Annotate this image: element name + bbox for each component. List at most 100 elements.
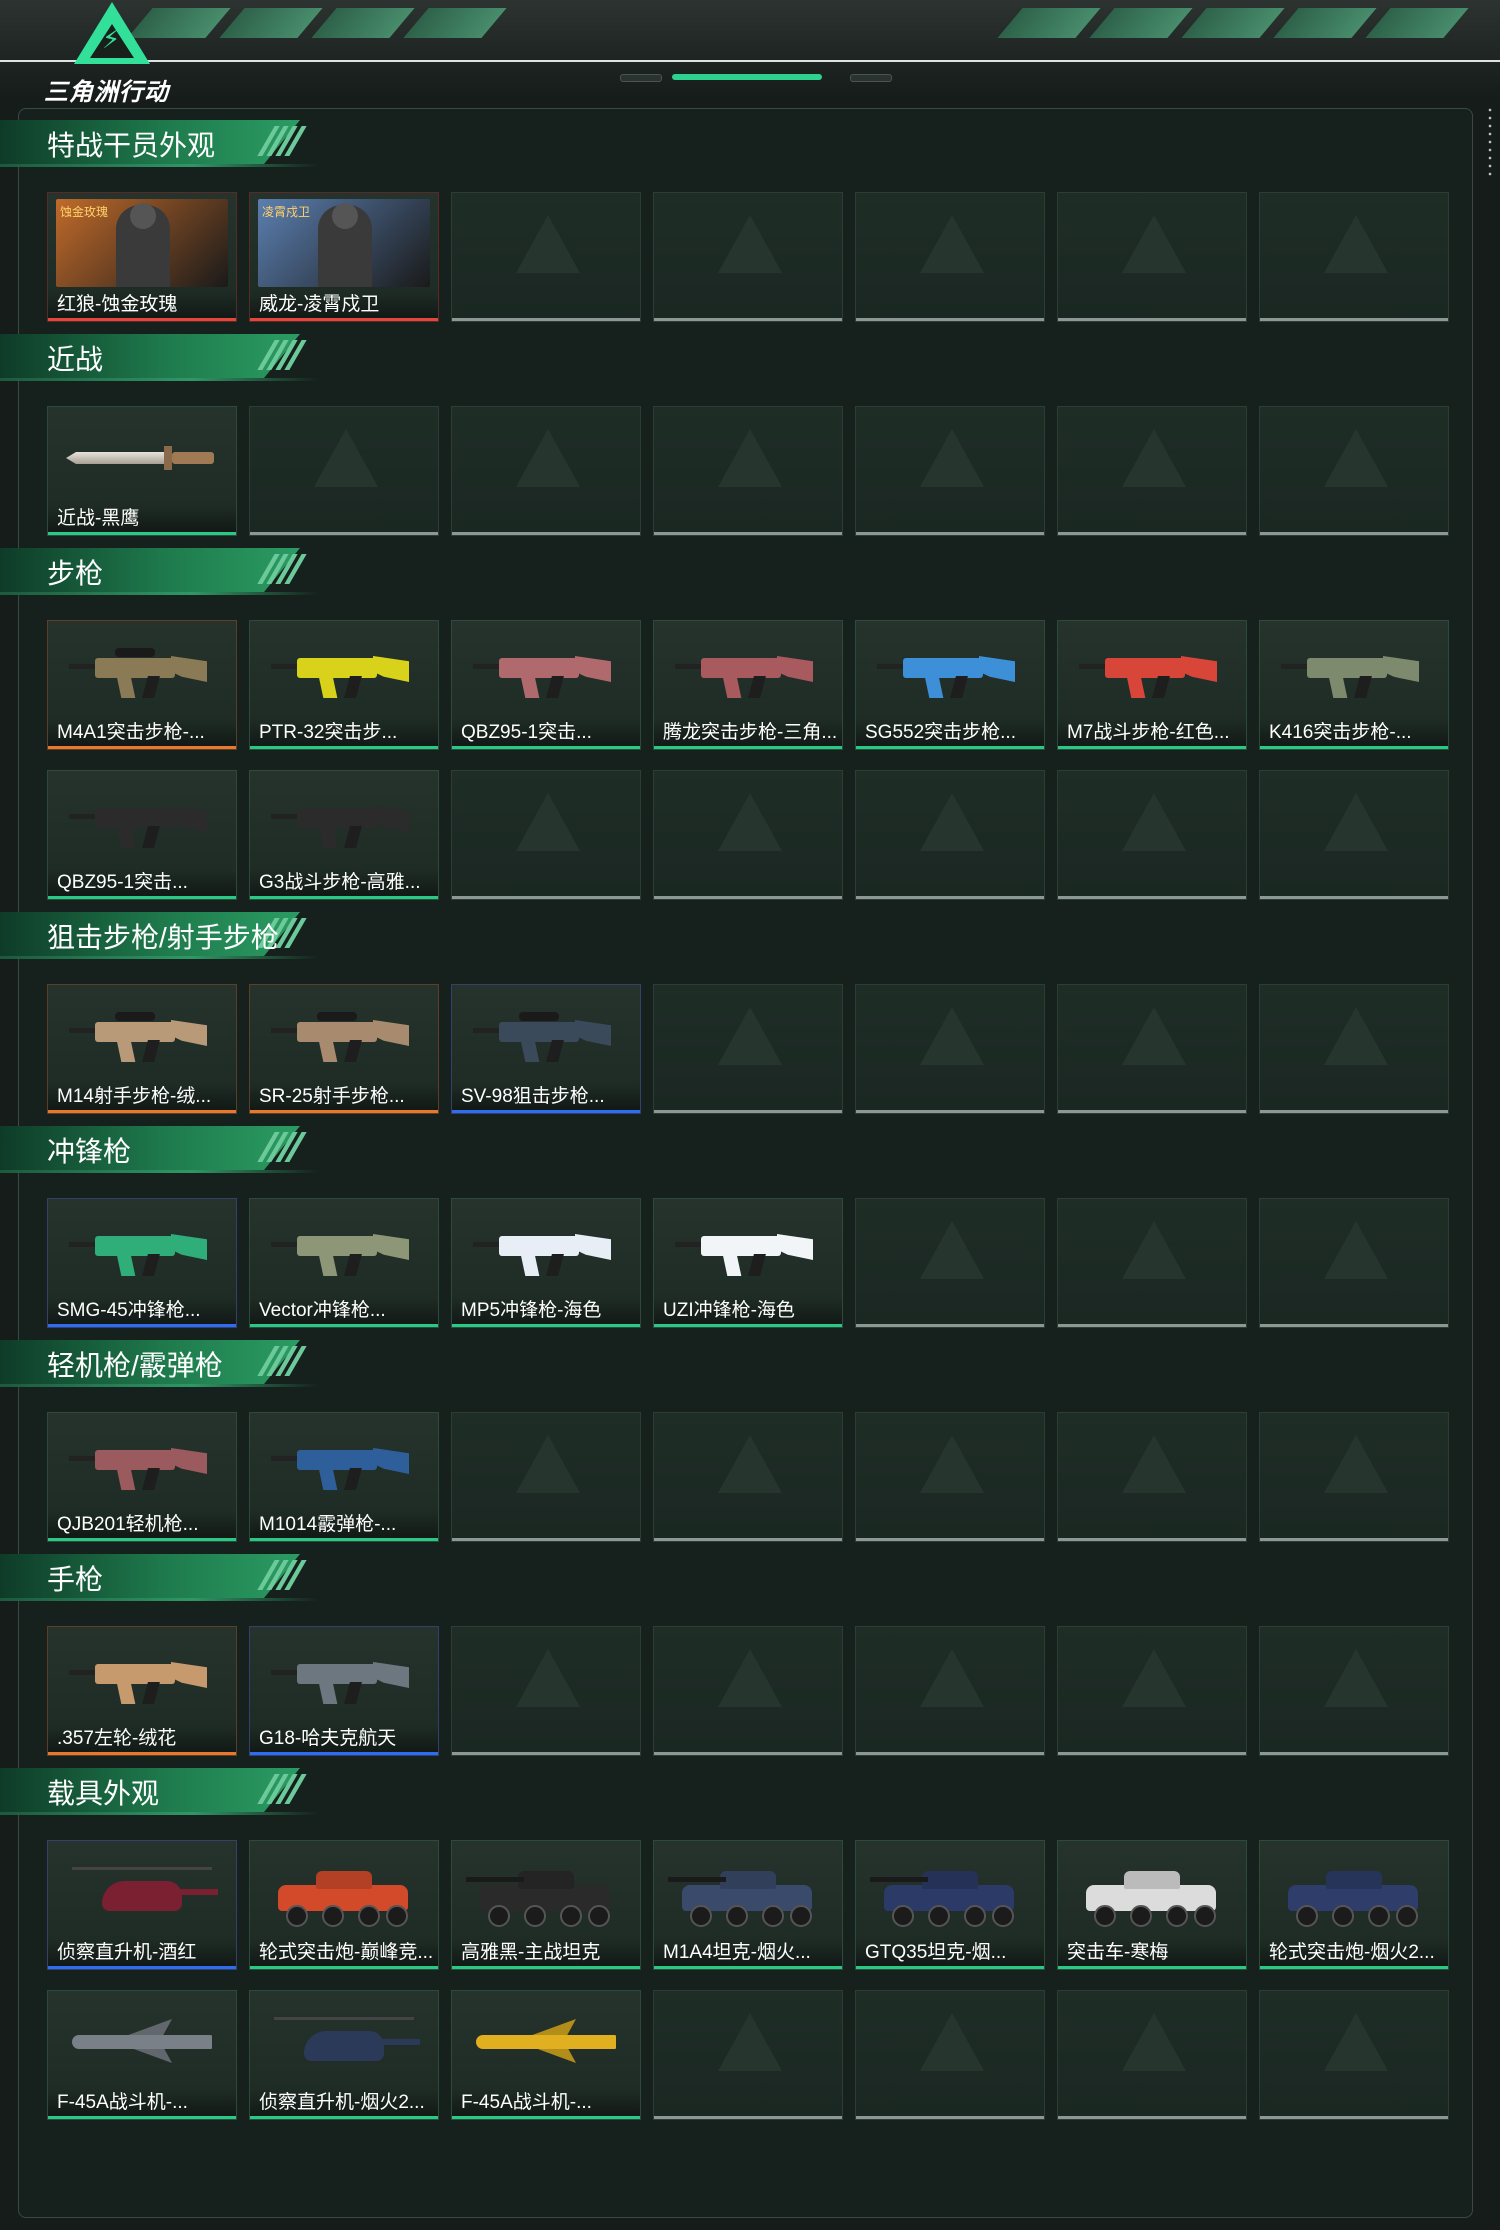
item-card[interactable]: 侦察直升机-烟火2... [249,1990,439,2120]
item-thumbnail [56,415,228,499]
section-title-text: 近战 [47,344,104,375]
section-slashes-icon [257,554,307,584]
logo-text: 三角洲行动 [44,79,169,106]
item-name: 腾龙突击步枪-三角... [654,719,842,749]
rarity-bar [250,318,438,321]
item-card[interactable]: UZI冲锋枪-海色 [653,1198,843,1328]
rarity-bar [452,1966,640,1969]
empty-slot [1259,1626,1449,1756]
item-card[interactable]: M7战斗步枪-红色... [1057,620,1247,750]
knife-icon [62,422,222,492]
item-card[interactable]: K416突击步枪-... [1259,620,1449,750]
item-card[interactable]: QJB201轻机枪... [47,1412,237,1542]
item-name: GTQ35坦克-烟... [856,1939,1044,1969]
item-thumbnail [258,1999,430,2083]
rarity-bar [1058,746,1246,749]
rarity-bar [654,746,842,749]
rarity-bar [452,1324,640,1327]
item-card[interactable]: QBZ95-1突击... [47,770,237,900]
item-card[interactable]: 高雅黑-主战坦克 [451,1840,641,1970]
section-title-text: 载具外观 [47,1778,160,1809]
weapon-icon [269,1214,419,1284]
section-slashes-icon [257,1774,307,1804]
rarity-bar [250,2116,438,2119]
item-name: M1014霰弹枪-... [250,1511,438,1541]
item-card[interactable]: .357左轮-绒花 [47,1626,237,1756]
empty-slot [653,1990,843,2120]
item-thumbnail [56,1999,228,2083]
item-name: M4A1突击步枪-... [48,719,236,749]
item-card[interactable]: QBZ95-1突击... [451,620,641,750]
item-thumbnail [1066,629,1238,713]
item-card[interactable]: MP5冲锋枪-海色 [451,1198,641,1328]
item-grid: .357左轮-绒花 G18-哈夫克航天 [47,1626,1480,1756]
item-thumbnail [56,629,228,713]
item-card[interactable]: SR-25射手步枪... [249,984,439,1114]
weapon-icon [67,636,217,706]
empty-slot [451,406,641,536]
item-card[interactable]: G3战斗步枪-高雅... [249,770,439,900]
rarity-bar [250,1110,438,1113]
helicopter-icon [264,2003,424,2079]
weapon-icon [269,1428,419,1498]
scrollbar-handle[interactable] [1488,106,1492,180]
item-card[interactable]: 轮式突击炮-巅峰竞... [249,1840,439,1970]
item-card[interactable]: 轮式突击炮-烟火2... [1259,1840,1449,1970]
rarity-bar [250,1538,438,1541]
bolt-icon: ⚡ [102,24,121,54]
item-card[interactable]: M1A4坦克-烟火... [653,1840,843,1970]
item-card[interactable]: SV-98狙击步枪... [451,984,641,1114]
item-grid: 蚀金玫瑰 红狼-蚀金玫瑰 凌霄戍卫 威龙-凌霄戍卫 [47,192,1480,322]
tank-icon [870,1853,1030,1929]
item-thumbnail [258,629,430,713]
empty-slot [653,770,843,900]
item-thumbnail [662,1849,834,1933]
weapon-icon [673,636,823,706]
item-card[interactable]: 突击车-寒梅 [1057,1840,1247,1970]
item-thumbnail [258,1635,430,1719]
rarity-bar [654,1966,842,1969]
item-card[interactable]: SMG-45冲锋枪... [47,1198,237,1328]
item-thumbnail [1268,629,1440,713]
item-grid: M4A1突击步枪-... PTR-32突击步... QBZ95-1突击... 腾龙突击… [47,620,1480,900]
item-card[interactable]: G18-哈夫克航天 [249,1626,439,1756]
item-card[interactable]: F-45A战斗机-... [451,1990,641,2120]
operator-portrait: 蚀金玫瑰 [56,199,228,287]
section-title-text: 手枪 [47,1564,104,1595]
item-card[interactable]: 近战-黑鹰 [47,406,237,536]
item-card[interactable]: 凌霄戍卫 威龙-凌霄戍卫 [249,192,439,322]
item-card[interactable]: Vector冲锋枪... [249,1198,439,1328]
section-title-text: 特战干员外观 [47,130,216,161]
item-card[interactable]: M4A1突击步枪-... [47,620,237,750]
weapon-icon [471,1000,621,1070]
weapon-icon [673,1214,823,1284]
item-card[interactable]: 侦察直升机-酒红 [47,1840,237,1970]
item-card[interactable]: GTQ35坦克-烟... [855,1840,1045,1970]
rarity-bar [250,1752,438,1755]
item-card[interactable]: 腾龙突击步枪-三角... [653,620,843,750]
item-card[interactable]: PTR-32突击步... [249,620,439,750]
empty-slot [653,192,843,322]
empty-slot [855,192,1045,322]
item-grid: 近战-黑鹰 [47,406,1480,536]
banner-line [0,60,1500,62]
armored-car-icon [1274,1853,1434,1929]
empty-slot [451,1412,641,1542]
item-name: .357左轮-绒花 [48,1725,236,1755]
item-card[interactable]: F-45A战斗机-... [47,1990,237,2120]
item-name: PTR-32突击步... [250,719,438,749]
empty-slot [855,1626,1045,1756]
item-card[interactable]: 蚀金玫瑰 红狼-蚀金玫瑰 [47,192,237,322]
item-card[interactable]: SG552突击步枪... [855,620,1045,750]
item-card[interactable]: M14射手步枪-绒... [47,984,237,1114]
item-name: QBZ95-1突击... [452,719,640,749]
section-header: 近战 [0,334,330,382]
item-name: 突击车-寒梅 [1058,1939,1246,1969]
item-name: UZI冲锋枪-海色 [654,1297,842,1327]
empty-slot [1259,1198,1449,1328]
item-card[interactable]: M1014霰弹枪-... [249,1412,439,1542]
armored-car-icon [1072,1853,1232,1929]
weapon-icon [67,1642,217,1712]
item-grid: 侦察直升机-酒红 轮式突击炮-巅峰竞... 高雅黑-主战坦克 M1A4坦克-烟火...… [47,1840,1480,2120]
portrait-tag: 蚀金玫瑰 [60,205,109,219]
